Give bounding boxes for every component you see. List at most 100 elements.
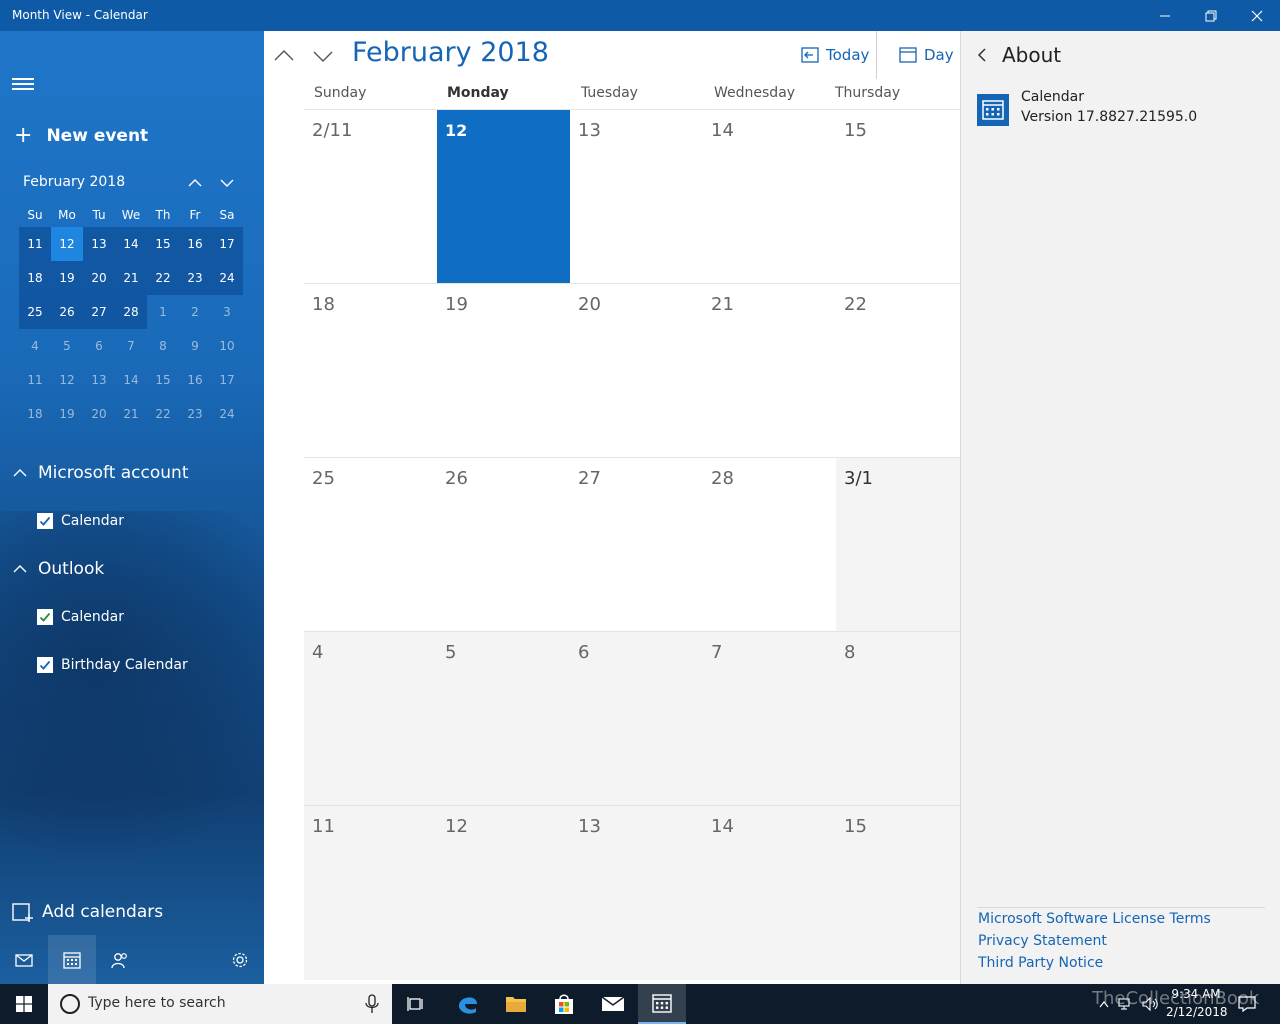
mini-calendar-day[interactable]: 21 xyxy=(115,261,147,295)
next-month-button[interactable] xyxy=(309,43,337,69)
mini-calendar-day[interactable]: 22 xyxy=(147,397,179,431)
calendar-taskbar-button[interactable] xyxy=(638,984,686,1024)
store-button[interactable] xyxy=(542,984,586,1024)
settings-button[interactable] xyxy=(216,935,264,984)
day-cell[interactable]: 18 xyxy=(304,284,437,458)
mini-calendar-day[interactable]: 21 xyxy=(115,397,147,431)
mini-calendar-day[interactable]: 20 xyxy=(83,397,115,431)
day-cell[interactable]: 19 xyxy=(437,284,570,458)
action-center-button[interactable] xyxy=(1232,984,1262,1024)
mini-calendar-day[interactable]: 25 xyxy=(19,295,51,329)
day-cell[interactable]: 25 xyxy=(304,458,437,632)
mini-calendar-day[interactable]: 3 xyxy=(211,295,243,329)
calendar-toggle-outlook-calendar[interactable]: Calendar xyxy=(37,609,124,625)
mini-calendar-day[interactable]: 24 xyxy=(211,261,243,295)
month-title[interactable]: February 2018 xyxy=(352,37,549,68)
mini-calendar-day[interactable]: 27 xyxy=(83,295,115,329)
today-button[interactable]: Today xyxy=(800,45,869,65)
privacy-statement-link[interactable]: Privacy Statement xyxy=(978,933,1107,949)
mini-calendar-day[interactable]: 10 xyxy=(211,329,243,363)
mini-calendar-day[interactable]: 26 xyxy=(51,295,83,329)
license-terms-link[interactable]: Microsoft Software License Terms xyxy=(978,911,1211,927)
mini-calendar-day[interactable]: 19 xyxy=(51,397,83,431)
mini-calendar-day[interactable]: 12 xyxy=(51,363,83,397)
mini-calendar-day[interactable]: 9 xyxy=(179,329,211,363)
mini-calendar-day[interactable]: 5 xyxy=(51,329,83,363)
day-cell[interactable]: 28 xyxy=(703,458,836,632)
calendar-app-button[interactable] xyxy=(48,935,96,984)
day-cell[interactable]: 8 xyxy=(836,632,960,806)
mini-calendar-day[interactable]: 18 xyxy=(19,397,51,431)
mini-calendar-day[interactable]: 19 xyxy=(51,261,83,295)
day-cell[interactable]: 13 xyxy=(570,110,703,284)
edge-button[interactable] xyxy=(446,984,490,1024)
mini-calendar-day[interactable]: 28 xyxy=(115,295,147,329)
mini-calendar-day[interactable]: 11 xyxy=(19,363,51,397)
minimize-button[interactable] xyxy=(1142,0,1188,31)
day-cell[interactable]: 14 xyxy=(703,806,836,980)
start-button[interactable] xyxy=(0,984,48,1024)
view-switcher-button[interactable]: Day xyxy=(898,45,954,65)
account-header-microsoft[interactable]: Microsoft account xyxy=(12,463,189,483)
mini-calendar-day[interactable]: 12 xyxy=(51,227,83,261)
mini-calendar-day[interactable]: 17 xyxy=(211,227,243,261)
day-cell[interactable]: 12 xyxy=(437,806,570,980)
people-app-button[interactable] xyxy=(96,935,144,984)
mail-app-button[interactable] xyxy=(0,935,48,984)
mini-calendar-day[interactable]: 8 xyxy=(147,329,179,363)
day-cell[interactable]: 5 xyxy=(437,632,570,806)
previous-month-button[interactable] xyxy=(270,43,298,69)
day-cell[interactable]: 7 xyxy=(703,632,836,806)
mini-calendar-day[interactable]: 16 xyxy=(179,363,211,397)
mini-calendar-day[interactable]: 15 xyxy=(147,363,179,397)
day-cell[interactable]: 6 xyxy=(570,632,703,806)
new-event-button[interactable]: + New event xyxy=(14,123,148,148)
checkbox[interactable] xyxy=(37,657,53,673)
file-explorer-button[interactable] xyxy=(494,984,538,1024)
restore-button[interactable] xyxy=(1188,0,1234,31)
taskbar-search-box[interactable]: Type here to search xyxy=(48,984,392,1024)
day-cell[interactable]: 11 xyxy=(304,806,437,980)
mini-calendar-day[interactable]: 2 xyxy=(179,295,211,329)
day-cell[interactable]: 27 xyxy=(570,458,703,632)
day-cell[interactable]: 21 xyxy=(703,284,836,458)
day-cell[interactable]: 13 xyxy=(570,806,703,980)
mini-calendar-prev-button[interactable] xyxy=(184,172,206,194)
mini-calendar-next-button[interactable] xyxy=(216,172,238,194)
mini-calendar-day[interactable]: 16 xyxy=(179,227,211,261)
mini-calendar-day[interactable]: 18 xyxy=(19,261,51,295)
mini-calendar-day[interactable]: 24 xyxy=(211,397,243,431)
task-view-button[interactable] xyxy=(396,984,436,1024)
mini-calendar-day[interactable]: 13 xyxy=(83,363,115,397)
day-cell[interactable]: 12 xyxy=(437,110,570,284)
mini-calendar-day[interactable]: 7 xyxy=(115,329,147,363)
day-cell[interactable]: 14 xyxy=(703,110,836,284)
mini-calendar-day[interactable]: 6 xyxy=(83,329,115,363)
day-cell[interactable]: 22 xyxy=(836,284,960,458)
mini-calendar-day[interactable]: 22 xyxy=(147,261,179,295)
day-cell[interactable]: 4 xyxy=(304,632,437,806)
day-cell[interactable]: 20 xyxy=(570,284,703,458)
mini-calendar-day[interactable]: 1 xyxy=(147,295,179,329)
account-header-outlook[interactable]: Outlook xyxy=(12,559,104,579)
mini-calendar-title[interactable]: February 2018 xyxy=(23,174,245,190)
mini-calendar-day[interactable]: 14 xyxy=(115,227,147,261)
calendar-toggle-birthday-calendar[interactable]: Birthday Calendar xyxy=(37,657,188,673)
mini-calendar-day[interactable]: 13 xyxy=(83,227,115,261)
day-cell[interactable]: 26 xyxy=(437,458,570,632)
add-calendars-button[interactable]: Add calendars xyxy=(12,901,163,923)
day-cell[interactable]: 2/11 xyxy=(304,110,437,284)
close-button[interactable] xyxy=(1234,0,1280,31)
day-cell[interactable]: 3/1 xyxy=(836,458,960,632)
clock-date[interactable]: 2/12/2018 xyxy=(1166,1005,1228,1019)
day-cell[interactable]: 15 xyxy=(836,806,960,980)
mail-taskbar-button[interactable] xyxy=(590,984,636,1024)
mini-calendar-day[interactable]: 20 xyxy=(83,261,115,295)
checkbox[interactable] xyxy=(37,513,53,529)
mini-calendar-day[interactable]: 4 xyxy=(19,329,51,363)
mini-calendar-day[interactable]: 17 xyxy=(211,363,243,397)
mini-calendar-day[interactable]: 15 xyxy=(147,227,179,261)
hamburger-menu-icon[interactable] xyxy=(12,75,34,95)
third-party-notice-link[interactable]: Third Party Notice xyxy=(978,955,1103,971)
mini-calendar-day[interactable]: 11 xyxy=(19,227,51,261)
